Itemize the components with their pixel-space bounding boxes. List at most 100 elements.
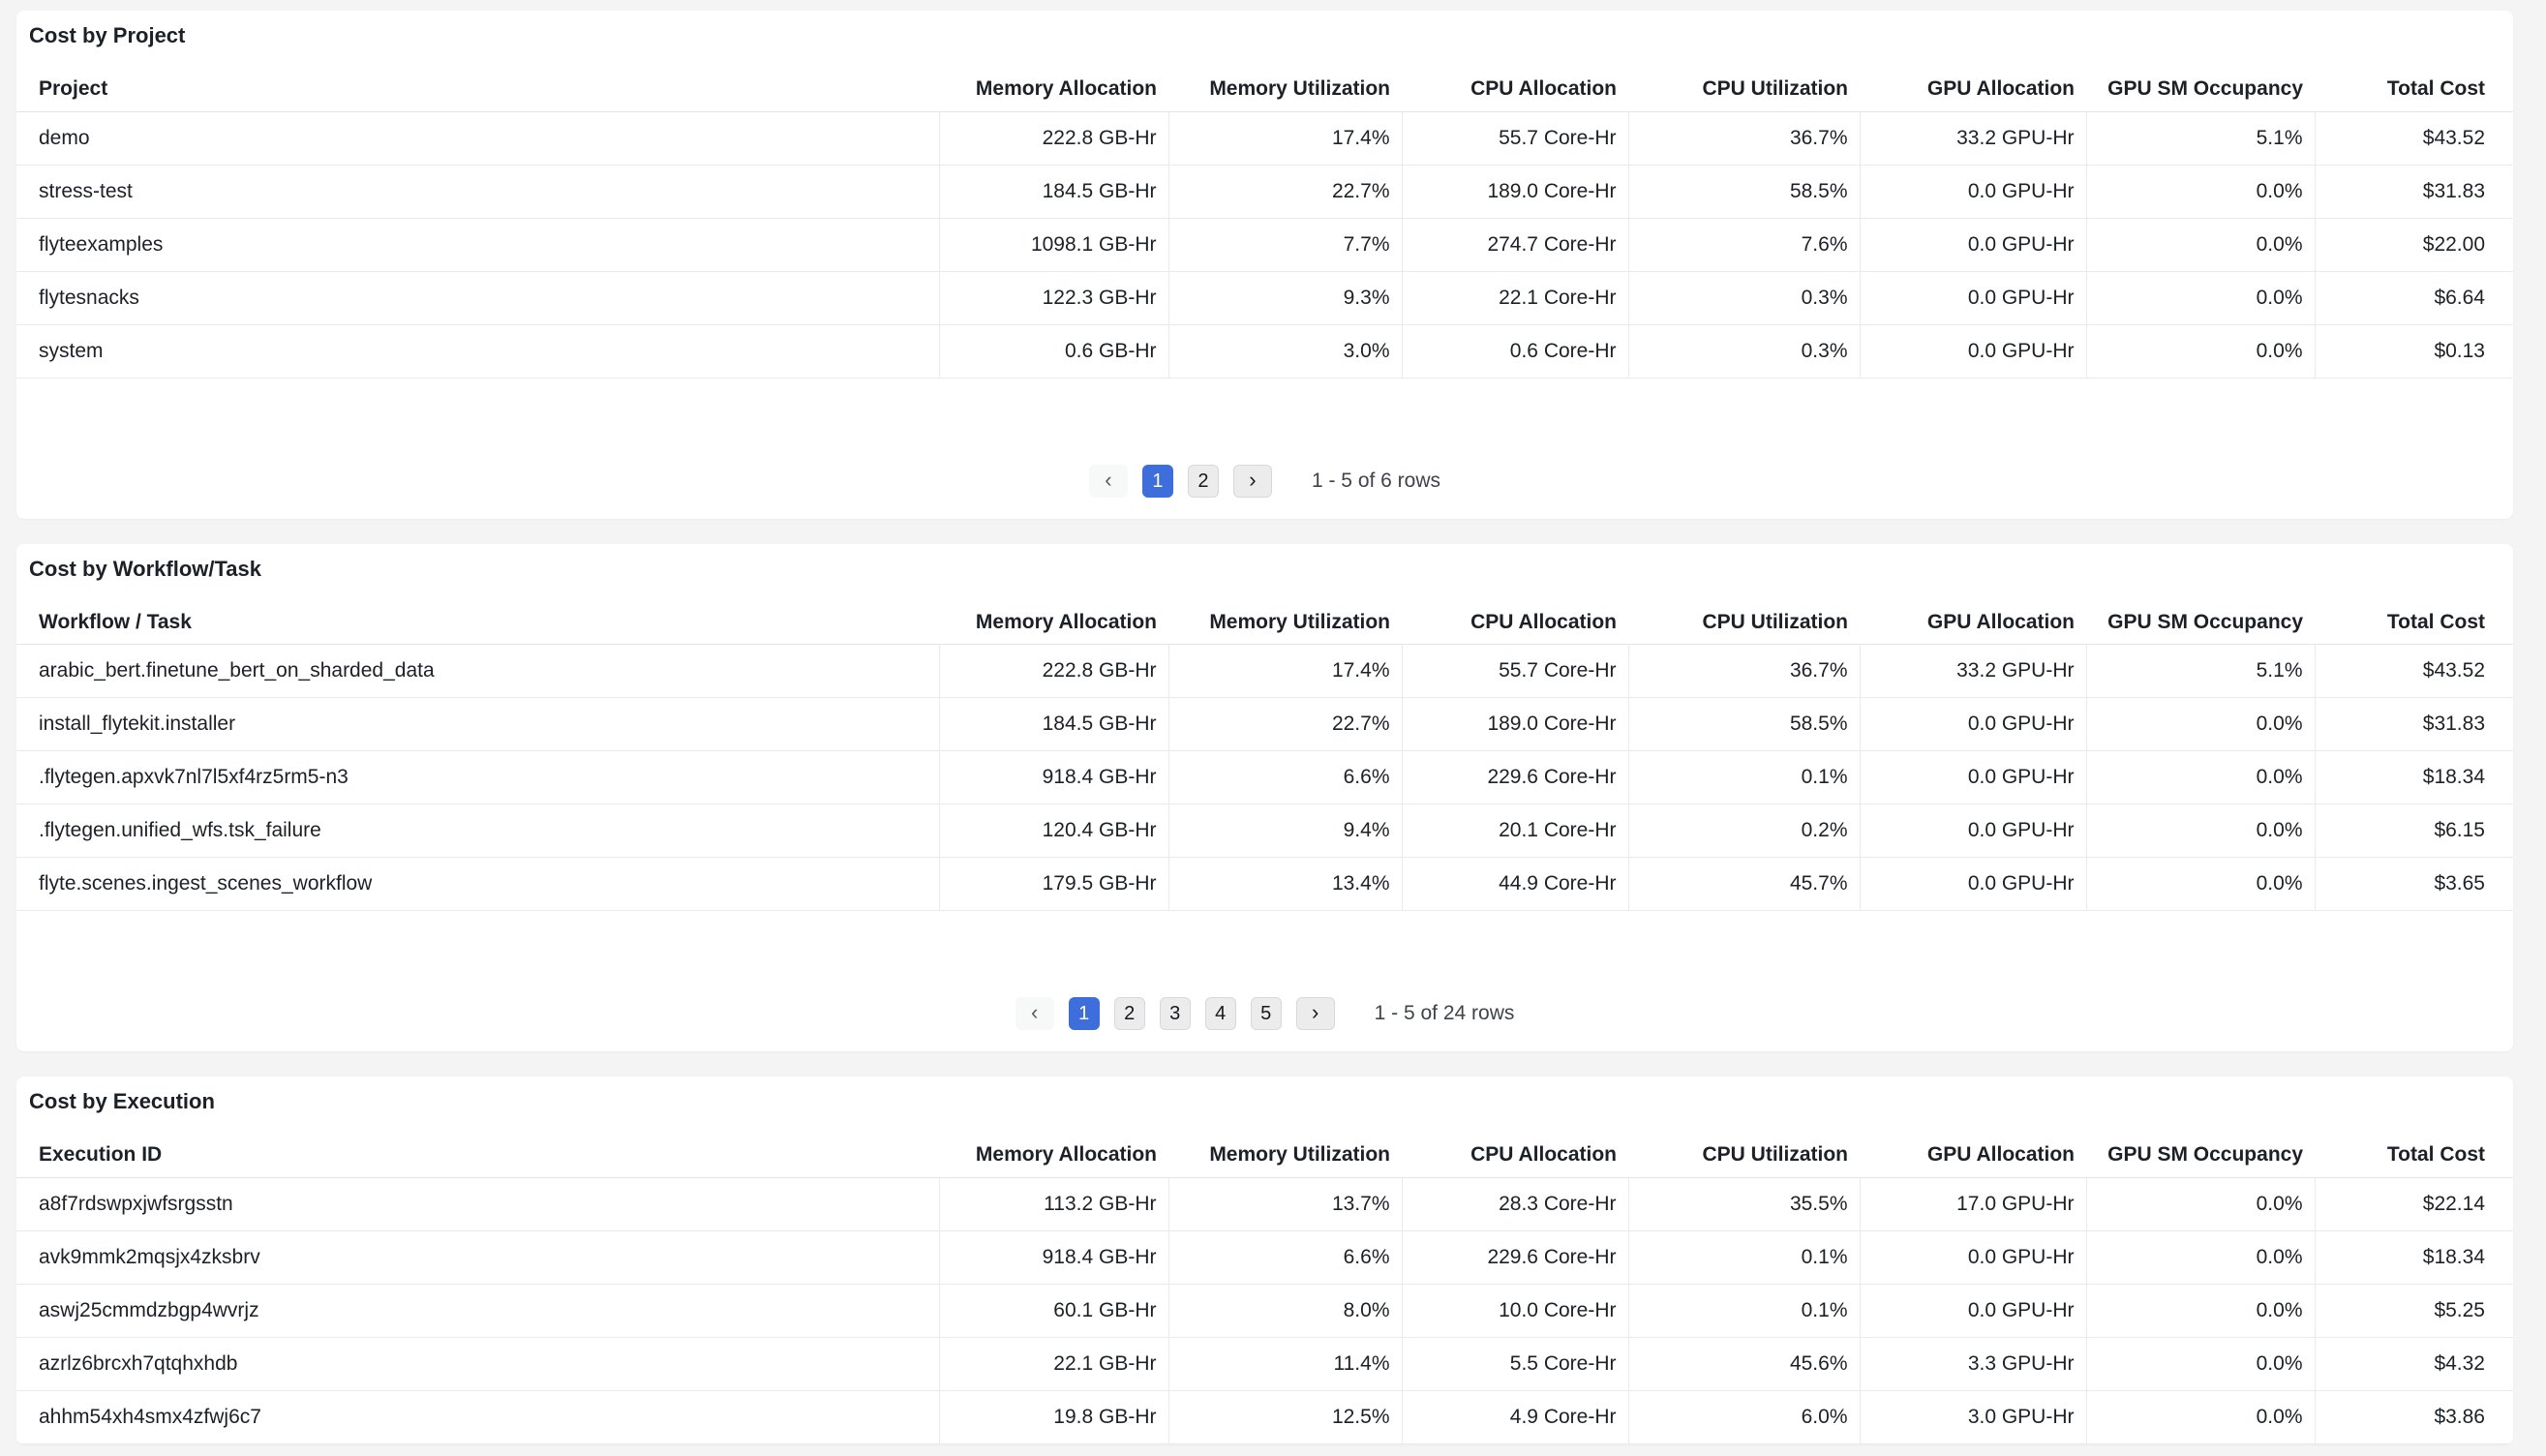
value-cell: 0.0 GPU-Hr bbox=[1860, 1230, 2086, 1284]
value-cell: 3.0% bbox=[1168, 324, 1402, 378]
table-header-row: Workflow / TaskMemory AllocationMemory U… bbox=[16, 601, 2513, 645]
value-cell: $18.34 bbox=[2315, 751, 2513, 804]
value-cell: 9.3% bbox=[1168, 271, 1402, 324]
row-id-cell: arabic_bert.finetune_bert_on_sharded_dat… bbox=[16, 645, 939, 698]
value-cell: $3.65 bbox=[2315, 858, 2513, 911]
value-cell: 189.0 Core-Hr bbox=[1402, 698, 1628, 751]
value-cell: $5.25 bbox=[2315, 1284, 2513, 1337]
value-cell: 35.5% bbox=[1628, 1177, 1860, 1230]
value-cell: 229.6 Core-Hr bbox=[1402, 1230, 1628, 1284]
value-cell: $18.34 bbox=[2315, 1230, 2513, 1284]
value-cell: 58.5% bbox=[1628, 165, 1860, 218]
value-cell: 5.1% bbox=[2086, 111, 2315, 165]
value-cell: 6.6% bbox=[1168, 1230, 1402, 1284]
value-cell: 918.4 GB-Hr bbox=[939, 751, 1168, 804]
value-cell: 222.8 GB-Hr bbox=[939, 111, 1168, 165]
card-title: Cost by Project bbox=[16, 23, 2513, 48]
card-title: Cost by Execution bbox=[16, 1089, 2513, 1114]
prev-page-button[interactable]: ‹ bbox=[1015, 997, 1054, 1030]
value-cell: $6.15 bbox=[2315, 804, 2513, 858]
page-button-4[interactable]: 4 bbox=[1205, 997, 1236, 1030]
row-id-cell: avk9mmk2mqsjx4zksbrv bbox=[16, 1230, 939, 1284]
row-id-cell: a8f7rdswpxjwfsrgsstn bbox=[16, 1177, 939, 1230]
value-cell: 0.0 GPU-Hr bbox=[1860, 218, 2086, 271]
value-cell: $22.00 bbox=[2315, 218, 2513, 271]
next-page-button[interactable]: › bbox=[1233, 465, 1272, 498]
column-header-id: Execution ID bbox=[16, 1134, 939, 1177]
chevron-right-icon: › bbox=[1312, 1000, 1318, 1024]
row-id-cell: system bbox=[16, 324, 939, 378]
page-button-2[interactable]: 2 bbox=[1188, 465, 1219, 498]
column-header: CPU Utilization bbox=[1628, 68, 1860, 111]
page-button-5[interactable]: 5 bbox=[1251, 997, 1282, 1030]
column-header: Memory Utilization bbox=[1168, 601, 1402, 645]
value-cell: 19.8 GB-Hr bbox=[939, 1390, 1168, 1443]
value-cell: 0.0 GPU-Hr bbox=[1860, 804, 2086, 858]
value-cell: 0.0% bbox=[2086, 1230, 2315, 1284]
value-cell: $6.64 bbox=[2315, 271, 2513, 324]
card-cost-by-workflow-task: Cost by Workflow/Task Workflow / TaskMem… bbox=[16, 544, 2513, 1052]
page-button-2[interactable]: 2 bbox=[1114, 997, 1145, 1030]
value-cell: 0.0 GPU-Hr bbox=[1860, 271, 2086, 324]
value-cell: $43.52 bbox=[2315, 111, 2513, 165]
value-cell: $3.86 bbox=[2315, 1390, 2513, 1443]
value-cell: 0.0% bbox=[2086, 271, 2315, 324]
row-id-cell: flyte.scenes.ingest_scenes_workflow bbox=[16, 858, 939, 911]
value-cell: 7.6% bbox=[1628, 218, 1860, 271]
table-header-row: Execution IDMemory AllocationMemory Util… bbox=[16, 1134, 2513, 1177]
table-row: flytesnacks122.3 GB-Hr9.3%22.1 Core-Hr0.… bbox=[16, 271, 2513, 324]
table-row: flyteexamples1098.1 GB-Hr7.7%274.7 Core-… bbox=[16, 218, 2513, 271]
value-cell: 22.7% bbox=[1168, 698, 1402, 751]
value-cell: 0.0% bbox=[2086, 698, 2315, 751]
column-header: Memory Utilization bbox=[1168, 1134, 1402, 1177]
value-cell: 10.0 Core-Hr bbox=[1402, 1284, 1628, 1337]
value-cell: 45.6% bbox=[1628, 1337, 1860, 1390]
value-cell: 45.7% bbox=[1628, 858, 1860, 911]
prev-page-button[interactable]: ‹ bbox=[1089, 465, 1128, 498]
value-cell: 0.0% bbox=[2086, 751, 2315, 804]
value-cell: 5.1% bbox=[2086, 645, 2315, 698]
column-header: CPU Allocation bbox=[1402, 68, 1628, 111]
table-row: .flytegen.apxvk7nl7l5xf4rz5rm5-n3918.4 G… bbox=[16, 751, 2513, 804]
value-cell: 11.4% bbox=[1168, 1337, 1402, 1390]
value-cell: 9.4% bbox=[1168, 804, 1402, 858]
value-cell: 122.3 GB-Hr bbox=[939, 271, 1168, 324]
card-title: Cost by Workflow/Task bbox=[16, 557, 2513, 582]
row-id-cell: demo bbox=[16, 111, 939, 165]
row-id-cell: aswj25cmmdzbgp4wvrjz bbox=[16, 1284, 939, 1337]
column-header: Total Cost bbox=[2315, 601, 2513, 645]
value-cell: 274.7 Core-Hr bbox=[1402, 218, 1628, 271]
page-button-1[interactable]: 1 bbox=[1142, 465, 1173, 498]
value-cell: 28.3 Core-Hr bbox=[1402, 1177, 1628, 1230]
page-button-3[interactable]: 3 bbox=[1160, 997, 1191, 1030]
chevron-left-icon: ‹ bbox=[1031, 1000, 1038, 1024]
value-cell: 0.0 GPU-Hr bbox=[1860, 751, 2086, 804]
value-cell: 229.6 Core-Hr bbox=[1402, 751, 1628, 804]
value-cell: 0.1% bbox=[1628, 1284, 1860, 1337]
column-header: Total Cost bbox=[2315, 68, 2513, 111]
page-button-1[interactable]: 1 bbox=[1069, 997, 1100, 1030]
value-cell: 0.0 GPU-Hr bbox=[1860, 165, 2086, 218]
value-cell: 8.0% bbox=[1168, 1284, 1402, 1337]
value-cell: $43.52 bbox=[2315, 645, 2513, 698]
column-header: GPU Allocation bbox=[1860, 1134, 2086, 1177]
column-header: GPU SM Occupancy bbox=[2086, 68, 2315, 111]
value-cell: 6.6% bbox=[1168, 751, 1402, 804]
table-row: ahhm54xh4smx4zfwj6c719.8 GB-Hr12.5%4.9 C… bbox=[16, 1390, 2513, 1443]
value-cell: 7.7% bbox=[1168, 218, 1402, 271]
value-cell: 0.3% bbox=[1628, 324, 1860, 378]
value-cell: 0.0% bbox=[2086, 218, 2315, 271]
table-row: aswj25cmmdzbgp4wvrjz60.1 GB-Hr8.0%10.0 C… bbox=[16, 1284, 2513, 1337]
value-cell: 113.2 GB-Hr bbox=[939, 1177, 1168, 1230]
value-cell: 5.5 Core-Hr bbox=[1402, 1337, 1628, 1390]
column-header: GPU Allocation bbox=[1860, 68, 2086, 111]
value-cell: 0.0 GPU-Hr bbox=[1860, 1284, 2086, 1337]
value-cell: 184.5 GB-Hr bbox=[939, 698, 1168, 751]
value-cell: $0.13 bbox=[2315, 324, 2513, 378]
value-cell: 0.0% bbox=[2086, 1337, 2315, 1390]
next-page-button[interactable]: › bbox=[1296, 997, 1335, 1030]
value-cell: 0.0 GPU-Hr bbox=[1860, 858, 2086, 911]
value-cell: 184.5 GB-Hr bbox=[939, 165, 1168, 218]
value-cell: 1098.1 GB-Hr bbox=[939, 218, 1168, 271]
cost-report: Cost by Project ProjectMemory Allocation… bbox=[16, 11, 2513, 1444]
